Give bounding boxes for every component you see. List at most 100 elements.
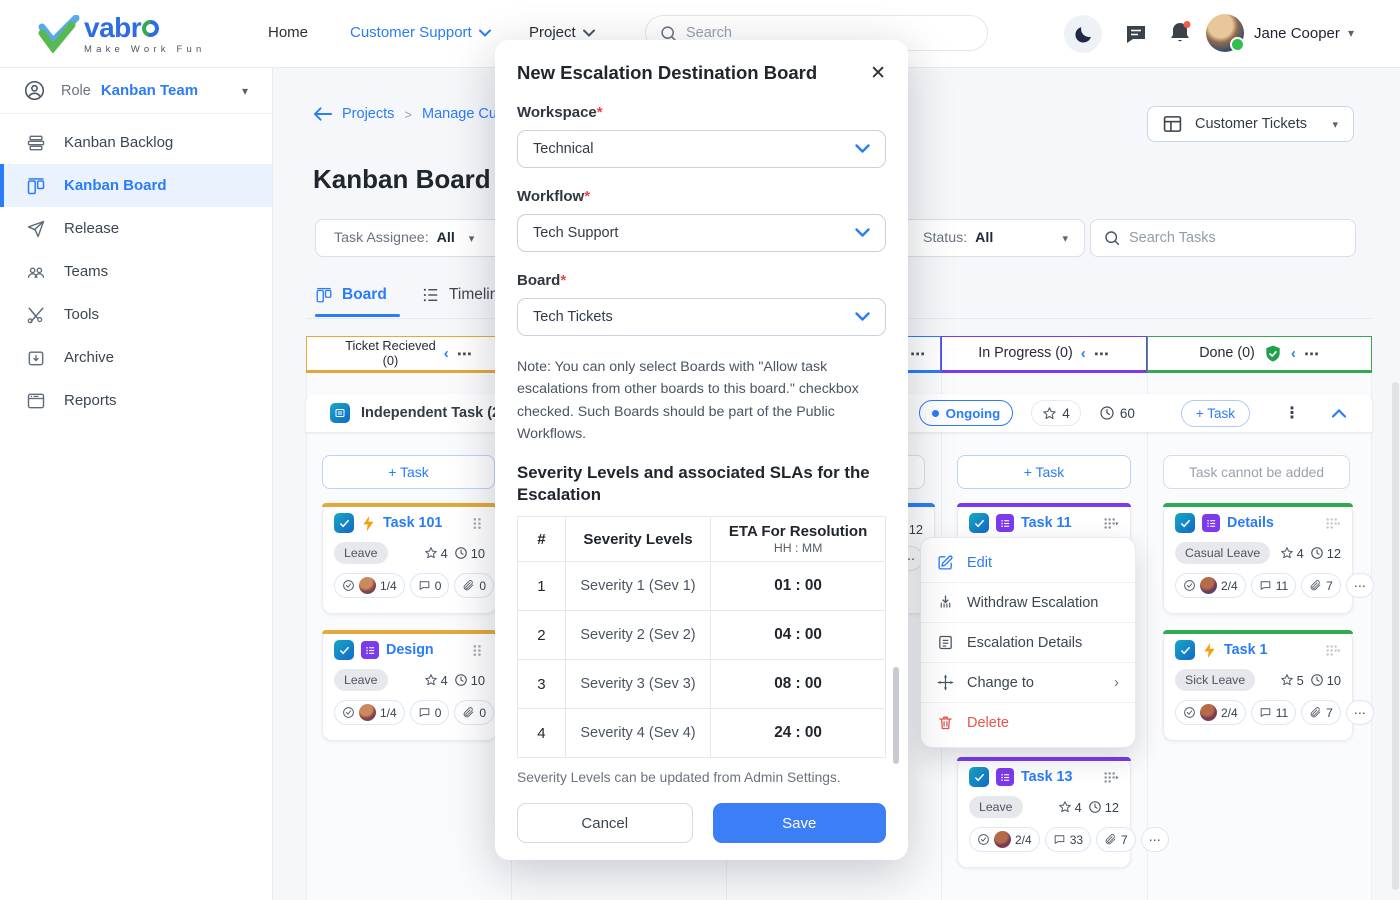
close-icon[interactable]: ✕ bbox=[870, 62, 886, 85]
collapse-column-icon[interactable]: ‹ bbox=[1291, 345, 1296, 362]
nav-item-home[interactable]: Home bbox=[268, 24, 308, 41]
task-title[interactable]: Task 101 bbox=[383, 515, 465, 531]
task-title[interactable]: Design bbox=[386, 642, 465, 658]
clock-icon bbox=[1099, 405, 1115, 421]
comments-chip[interactable]: 11 bbox=[1251, 573, 1296, 598]
breadcrumb-separator: > bbox=[404, 107, 412, 122]
card-more-icon[interactable]: ⋯ bbox=[1346, 700, 1374, 725]
assignees-chip[interactable]: 1/4 bbox=[334, 700, 405, 725]
attachments-chip[interactable]: 7 bbox=[1301, 700, 1341, 725]
task-card-task-13[interactable]: Task 13 Leave 4 12 2/4 33 7 ⋯ bbox=[957, 757, 1131, 868]
comments-chip[interactable]: 33 bbox=[1045, 827, 1091, 852]
comment-icon bbox=[418, 706, 431, 719]
list-badge-icon bbox=[996, 768, 1014, 786]
comments-chip[interactable]: 0 bbox=[410, 573, 450, 598]
sidebar-item-teams[interactable]: Teams bbox=[0, 250, 272, 293]
cancel-button[interactable]: Cancel bbox=[517, 803, 693, 843]
column-more-icon[interactable]: ⋯ bbox=[1304, 345, 1320, 363]
board-select[interactable]: Tech Tickets bbox=[517, 298, 886, 336]
drag-handle-icon[interactable] bbox=[472, 644, 485, 657]
sidebar-item-kanban-board[interactable]: Kanban Board bbox=[0, 164, 272, 207]
user-avatar[interactable] bbox=[1206, 14, 1244, 52]
assignees-chip[interactable]: 2/4 bbox=[1175, 573, 1246, 598]
tab-board[interactable]: Board bbox=[315, 286, 387, 304]
user-menu-caret-icon[interactable]: ▾ bbox=[1348, 26, 1354, 40]
nav-item-project[interactable]: Project bbox=[529, 24, 595, 41]
sidebar-item-archive[interactable]: Archive bbox=[0, 336, 272, 379]
menu-item-edit[interactable]: Edit bbox=[921, 543, 1135, 582]
column-more-icon[interactable]: ⋯ bbox=[1094, 345, 1110, 363]
status-badge-ongoing[interactable]: Ongoing bbox=[919, 400, 1014, 426]
task-card-task-1[interactable]: Task 1 Sick Leave 5 10 2/4 11 7 ⋯ bbox=[1163, 630, 1353, 741]
dark-mode-toggle[interactable] bbox=[1064, 15, 1102, 53]
task-title[interactable]: Task 1 bbox=[1224, 642, 1318, 658]
column-count: (0) bbox=[345, 354, 436, 369]
sidebar-item-release[interactable]: Release bbox=[0, 207, 272, 250]
column-header-done[interactable]: Done (0) ‹ ⋯ bbox=[1147, 336, 1372, 373]
stars-value: 4 bbox=[1297, 546, 1304, 561]
column-header-ticket-received[interactable]: Ticket Recieved (0) ‹ ⋯ bbox=[306, 336, 512, 373]
save-button[interactable]: Save bbox=[713, 803, 887, 843]
page-scrollbar-thumb[interactable] bbox=[1392, 382, 1399, 890]
assignees-chip[interactable]: 2/4 bbox=[1175, 700, 1246, 725]
menu-item-escalation-details[interactable]: Escalation Details bbox=[921, 623, 1135, 662]
collapse-column-icon[interactable]: ‹ bbox=[1081, 345, 1086, 362]
sidebar-item-kanban-backlog[interactable]: Kanban Backlog bbox=[0, 121, 272, 164]
menu-item-change-to[interactable]: Change to › bbox=[921, 663, 1135, 702]
notifications-button[interactable] bbox=[1168, 20, 1192, 46]
attachments-chip[interactable]: 7 bbox=[1301, 573, 1341, 598]
timeline-tab-icon bbox=[421, 286, 440, 304]
board-switcher[interactable]: Customer Tickets ▾ bbox=[1147, 106, 1354, 142]
column-header-in-progress[interactable]: In Progress (0) ‹ ⋯ bbox=[941, 336, 1147, 373]
task-card-design[interactable]: Design Leave 4 10 1/4 0 0 ⋯ bbox=[322, 630, 497, 741]
card-more-icon[interactable]: ⋯ bbox=[1141, 827, 1169, 852]
user-name[interactable]: Jane Cooper bbox=[1254, 25, 1340, 42]
add-task-button-ticket-received[interactable]: + Task bbox=[322, 455, 495, 489]
modal-scrollbar-thumb[interactable] bbox=[893, 667, 899, 764]
assignees-chip[interactable]: 2/4 bbox=[969, 827, 1040, 852]
task-title[interactable]: Details bbox=[1227, 515, 1318, 531]
collapse-workflow-icon[interactable] bbox=[1332, 409, 1346, 418]
card-more-icon[interactable]: ⋯ bbox=[1346, 573, 1374, 598]
workflow-more-icon[interactable]: ⋮ bbox=[1284, 403, 1300, 423]
collapse-column-icon[interactable]: ‹ bbox=[444, 345, 449, 362]
messages-button[interactable] bbox=[1124, 22, 1148, 46]
menu-item-delete[interactable]: Delete bbox=[921, 703, 1135, 742]
column-more-icon[interactable]: ⋯ bbox=[910, 345, 926, 363]
menu-item-withdraw-escalation[interactable]: Withdraw Escalation bbox=[921, 583, 1135, 622]
workflow-time-chip: 60 bbox=[1099, 405, 1135, 421]
drag-handle-icon[interactable] bbox=[1325, 644, 1341, 657]
workflow-stars-chip: 4 bbox=[1031, 400, 1081, 426]
drag-handle-icon[interactable] bbox=[1325, 517, 1341, 530]
add-task-button-in-progress[interactable]: + Task bbox=[957, 455, 1131, 489]
drag-handle-icon[interactable] bbox=[1103, 771, 1119, 784]
drag-handle-icon[interactable] bbox=[1103, 517, 1119, 530]
app-logo[interactable]: vabr Make Work Fun bbox=[38, 12, 205, 55]
search-tasks-input[interactable]: Search Tasks bbox=[1090, 219, 1356, 257]
breadcrumb-projects[interactable]: Projects bbox=[342, 106, 394, 122]
assignees-chip[interactable]: 1/4 bbox=[334, 573, 405, 598]
comments-chip[interactable]: 11 bbox=[1251, 700, 1296, 725]
workflow-select[interactable]: Tech Support bbox=[517, 214, 886, 252]
task-card-task-101[interactable]: Task 101 Leave 4 10 1/4 0 0 ⋯ bbox=[322, 503, 497, 614]
attachments-chip[interactable]: 0 bbox=[454, 573, 494, 598]
drag-handle-icon[interactable] bbox=[472, 517, 485, 530]
workflow-add-task-button[interactable]: + Task bbox=[1181, 400, 1250, 427]
status-filter[interactable]: Status: All ▾ bbox=[907, 230, 1084, 246]
sidebar-item-reports[interactable]: Reports bbox=[0, 379, 272, 422]
role-selector[interactable]: Role Kanban Team ▾ bbox=[0, 68, 272, 114]
comments-chip[interactable]: 0 bbox=[410, 700, 450, 725]
attachments-chip[interactable]: 0 bbox=[454, 700, 494, 725]
task-card-details[interactable]: Details Casual Leave 4 12 2/4 11 7 ⋯ bbox=[1163, 503, 1353, 614]
column-more-icon[interactable]: ⋯ bbox=[457, 345, 473, 363]
breadcrumb-manage[interactable]: Manage Cu bbox=[422, 106, 497, 122]
sidebar-item-tools[interactable]: Tools bbox=[0, 293, 272, 336]
paperclip-icon bbox=[1309, 579, 1322, 592]
workspace-select[interactable]: Technical bbox=[517, 130, 886, 168]
task-title[interactable]: Task 11 bbox=[1021, 515, 1096, 531]
task-title[interactable]: Task 13 bbox=[1021, 769, 1096, 785]
stars-value: 5 bbox=[1297, 673, 1304, 688]
nav-item-customer-support[interactable]: Customer Support bbox=[350, 24, 491, 41]
attachments-chip[interactable]: 7 bbox=[1096, 827, 1136, 852]
back-arrow-icon[interactable] bbox=[313, 106, 332, 122]
